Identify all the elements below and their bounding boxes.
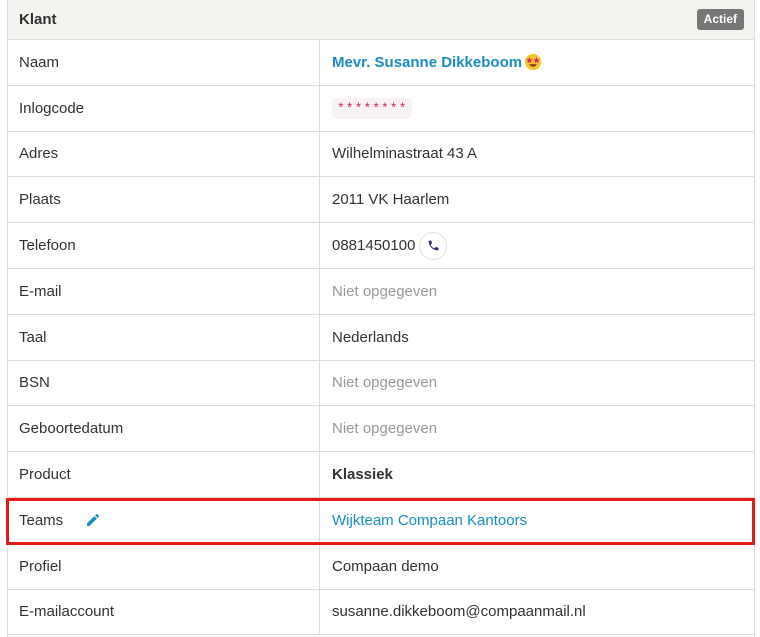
emailaccount-label: E-mailaccount <box>8 589 320 635</box>
teams-value-cell: Wijkteam Compaan Kantoors <box>320 498 754 543</box>
pencil-icon <box>87 514 100 527</box>
login-code-masked[interactable]: ******** <box>332 97 413 119</box>
telefoon-label: Telefoon <box>8 223 320 268</box>
team-link[interactable]: Wijkteam Compaan Kantoors <box>332 512 527 529</box>
customer-name-link[interactable]: Mevr. Susanne Dikkeboom <box>332 54 522 71</box>
star-struck-emoji-icon <box>524 54 542 71</box>
inlogcode-label: Inlogcode <box>8 85 320 131</box>
row-inlogcode: Inlogcode ******** <box>8 85 754 132</box>
customer-panel: Klant Actief Naam Mevr. Susanne Dikkeboo… <box>7 0 755 637</box>
product-value: Klassiek <box>332 466 393 484</box>
product-label: Product <box>8 452 320 497</box>
row-teams: Teams Wijkteam Compaan Kantoors <box>8 497 754 544</box>
email-value: Niet opgegeven <box>332 282 438 300</box>
teams-label: Teams <box>19 511 64 529</box>
phone-icon <box>428 240 439 251</box>
profiel-label: Profiel <box>8 543 320 589</box>
row-emailaccount: E-mailaccount susanne.dikkeboom@compaanm… <box>8 589 754 636</box>
bsn-value: Niet opgegeven <box>332 374 438 392</box>
naam-label: Naam <box>8 40 320 85</box>
adres-value: Wilhelminastraat 43 A <box>332 145 478 163</box>
row-bsn: BSN Niet opgegeven <box>8 360 754 407</box>
emailaccount-value: susanne.dikkeboom@compaanmail.nl <box>332 603 586 621</box>
email-label: E-mail <box>8 268 320 314</box>
profiel-value: Compaan demo <box>332 557 439 575</box>
naam-value-cell: Mevr. Susanne Dikkeboom <box>320 40 754 85</box>
geboortedatum-value: Niet opgegeven <box>332 420 438 438</box>
telefoon-value-cell: 0881450100 <box>320 223 754 268</box>
status-badge: Actief <box>696 9 744 30</box>
panel-header: Klant Actief <box>8 0 754 40</box>
row-telefoon: Telefoon 0881450100 <box>8 223 754 269</box>
panel-title: Klant <box>19 11 57 28</box>
row-taal: Taal Nederlands <box>8 314 754 361</box>
adres-label: Adres <box>8 131 320 177</box>
geboortedatum-label: Geboortedatum <box>8 406 320 452</box>
edit-teams-button[interactable] <box>85 512 101 528</box>
taal-value: Nederlands <box>332 328 409 346</box>
teams-label-cell: Teams <box>8 497 320 543</box>
row-adres: Adres Wilhelminastraat 43 A <box>8 131 754 178</box>
row-plaats: Plaats 2011 VK Haarlem <box>8 177 754 224</box>
phone-number: 0881450100 <box>332 237 416 255</box>
row-geboortedatum: Geboortedatum Niet opgegeven <box>8 406 754 453</box>
plaats-label: Plaats <box>8 177 320 223</box>
inlogcode-value-cell: ******** <box>320 86 754 131</box>
taal-label: Taal <box>8 314 320 360</box>
call-button[interactable] <box>419 231 448 260</box>
row-naam: Naam Mevr. Susanne Dikkeboom <box>8 40 754 86</box>
row-product: Product Klassiek <box>8 452 754 498</box>
row-profiel: Profiel Compaan demo <box>8 543 754 590</box>
bsn-label: BSN <box>8 360 320 406</box>
row-email: E-mail Niet opgegeven <box>8 268 754 315</box>
plaats-value: 2011 VK Haarlem <box>332 191 450 209</box>
